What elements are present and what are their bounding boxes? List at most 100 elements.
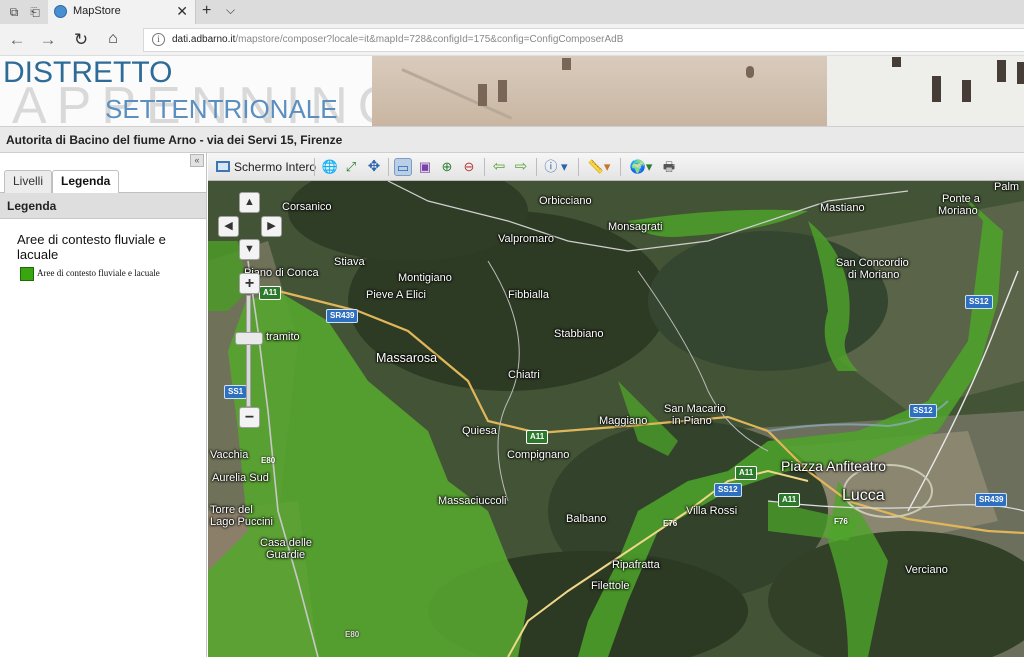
legend-group-title: Aree di contesto fluviale e lacuale xyxy=(17,232,166,262)
tab-livelli[interactable]: Livelli xyxy=(4,170,53,193)
road-shield: A11 xyxy=(526,430,549,444)
place-label: Orbicciano xyxy=(539,195,592,207)
legend-header-title: Legenda xyxy=(7,199,57,213)
pan-icon[interactable]: ✥ xyxy=(365,158,383,176)
collapse-panel-icon[interactable]: « xyxy=(190,154,204,167)
place-label: Lago Puccini xyxy=(210,516,273,528)
side-panel: « Livelli Legenda Legenda Aree di contes… xyxy=(0,153,207,657)
zoom-out-icon[interactable]: ⊖ xyxy=(460,158,478,176)
zoom-in-button[interactable]: + xyxy=(239,273,260,294)
refresh-icon[interactable]: ↻ xyxy=(71,30,91,50)
legend-swatch xyxy=(20,267,34,281)
zoom-in-icon[interactable]: ⊕ xyxy=(438,158,456,176)
place-label: San Concordio xyxy=(836,257,909,269)
place-label: Lucca xyxy=(842,487,885,504)
map-view[interactable]: Orbicciano Mastiano Ponte a Moriano Cors… xyxy=(208,181,1024,657)
fullscreen-button[interactable]: Schermo Intero xyxy=(216,158,316,176)
place-label: Massaciuccoli xyxy=(438,495,507,507)
pan-down-button[interactable]: ▼ xyxy=(239,239,260,260)
place-label: Monsagrati xyxy=(608,221,663,233)
place-label: Balbano xyxy=(566,513,607,525)
road-shield: SS12 xyxy=(714,483,742,497)
road-shield: SR439 xyxy=(326,309,359,323)
tab-actions-icon[interactable]: ⧉ xyxy=(6,4,22,20)
place-label: Quiesa xyxy=(462,425,497,437)
place-label: Aurelia Sud xyxy=(212,472,269,484)
place-label: Fibbialla xyxy=(508,289,549,301)
place-label: in Piano xyxy=(672,415,712,427)
road-shield: SS1 xyxy=(224,385,248,399)
new-tab-icon[interactable]: + xyxy=(202,2,211,20)
place-label: Moriano xyxy=(938,205,978,217)
place-label: Villa Rossi xyxy=(686,505,738,517)
place-label: Corsanico xyxy=(282,201,332,213)
chevron-down-icon[interactable]: ⌵ xyxy=(226,3,235,18)
place-label: Piazza Anfiteatro xyxy=(781,458,887,474)
road-shield: E76 xyxy=(663,519,678,528)
set-aside-tabs-icon[interactable]: ⎗ xyxy=(27,4,43,20)
road-shield: SS12 xyxy=(909,404,937,418)
road-shield: A11 xyxy=(778,493,801,507)
zoom-box-icon[interactable]: ▣ xyxy=(416,158,434,176)
browser-address-bar: ← → ↻ ⌂ i dati.adbarno.it/mapstore/compo… xyxy=(0,24,1024,56)
place-label: Compignano xyxy=(507,449,570,461)
legend-item-label: Aree di contesto fluviale e lacuale xyxy=(37,268,160,278)
info-dropdown-icon[interactable]: ⓘ ▾ xyxy=(541,158,571,176)
place-label: Filettole xyxy=(591,580,630,592)
page-title: Autorita di Bacino del fiume Arno - via … xyxy=(6,133,343,147)
road-shield: F76 xyxy=(834,517,848,526)
place-label: di Moriano xyxy=(848,269,900,281)
place-label: Ponte a xyxy=(942,193,980,205)
close-icon[interactable]: ✕ xyxy=(176,3,188,20)
print-icon[interactable]: 🖶 xyxy=(660,158,678,176)
place-label: Vacchia xyxy=(210,449,249,461)
next-view-icon[interactable]: ⇨ xyxy=(512,158,530,176)
select-box-icon[interactable]: ▭ xyxy=(394,158,412,176)
road-shield: SS12 xyxy=(965,295,993,309)
url-domain: dati.adbarno.it xyxy=(172,34,236,45)
logo: APPENNINO DISTRETTO SETTENTRIONALE xyxy=(0,56,398,126)
zoom-slider-handle[interactable] xyxy=(235,332,263,345)
url-text: dati.adbarno.it/mapstore/composer?locale… xyxy=(172,34,623,45)
browser-tab[interactable]: MapStore ✕ xyxy=(48,0,196,24)
place-label: Torre del xyxy=(210,504,253,516)
previous-view-icon[interactable]: ⇦ xyxy=(490,158,508,176)
place-label: San Macario xyxy=(664,403,726,415)
zoom-out-button[interactable]: − xyxy=(239,407,260,428)
tab-title: MapStore xyxy=(73,5,121,17)
place-label: Maggiano xyxy=(599,415,648,427)
forward-icon[interactable]: → xyxy=(38,30,58,50)
page-title-bar: Autorita di Bacino del fiume Arno - via … xyxy=(0,126,1024,153)
map-toolbar: Schermo Intero 🌐 ⤢ ✥ ▭ ▣ ⊕ ⊖ ⇦ ⇨ ⓘ ▾ 📏▾ … xyxy=(208,153,1024,181)
logo-line-2: SETTENTRIONALE xyxy=(105,94,338,124)
fullscreen-icon xyxy=(216,161,230,172)
panel-tabs: Livelli Legenda xyxy=(0,169,206,194)
place-label: Palm xyxy=(994,181,1020,193)
browser-tab-bar: ⧉ ⎗ MapStore ✕ + ⌵ xyxy=(0,0,1024,24)
place-label: Ripafratta xyxy=(612,559,660,571)
road-shield: A11 xyxy=(735,466,758,480)
place-label: tramito xyxy=(266,331,300,343)
zoom-bar[interactable] xyxy=(246,295,251,407)
pan-right-button[interactable]: ▶ xyxy=(261,216,282,237)
url-path: /mapstore/composer?locale=it&mapId=728&c… xyxy=(235,34,624,45)
tab-legenda[interactable]: Legenda xyxy=(52,170,120,194)
place-label: Mastiano xyxy=(820,202,865,214)
url-input[interactable]: i dati.adbarno.it/mapstore/composer?loca… xyxy=(143,28,1024,52)
fullscreen-label: Schermo Intero xyxy=(234,160,317,174)
info-icon[interactable]: i xyxy=(152,33,165,46)
logo-line-1: DISTRETTO xyxy=(3,56,173,89)
road-shield: A11 xyxy=(259,286,282,300)
road-shield: E80 xyxy=(261,456,276,465)
back-icon[interactable]: ← xyxy=(7,30,27,50)
banner-photo xyxy=(372,56,1024,126)
home-icon[interactable]: ⌂ xyxy=(103,30,123,48)
place-label: Pieve A Elici xyxy=(366,289,426,301)
zoom-to-max-extent-icon[interactable]: ⤢ xyxy=(342,158,360,176)
measure-dropdown-icon[interactable]: 📏▾ xyxy=(584,158,614,176)
pan-left-button[interactable]: ◀ xyxy=(218,216,239,237)
pan-up-button[interactable]: ▲ xyxy=(239,192,260,213)
place-label: Stabbiano xyxy=(554,328,604,340)
zoom-to-extent-globe-icon[interactable]: 🌐 xyxy=(321,158,339,176)
globe-dropdown-icon[interactable]: 🌍▾ xyxy=(627,158,655,176)
